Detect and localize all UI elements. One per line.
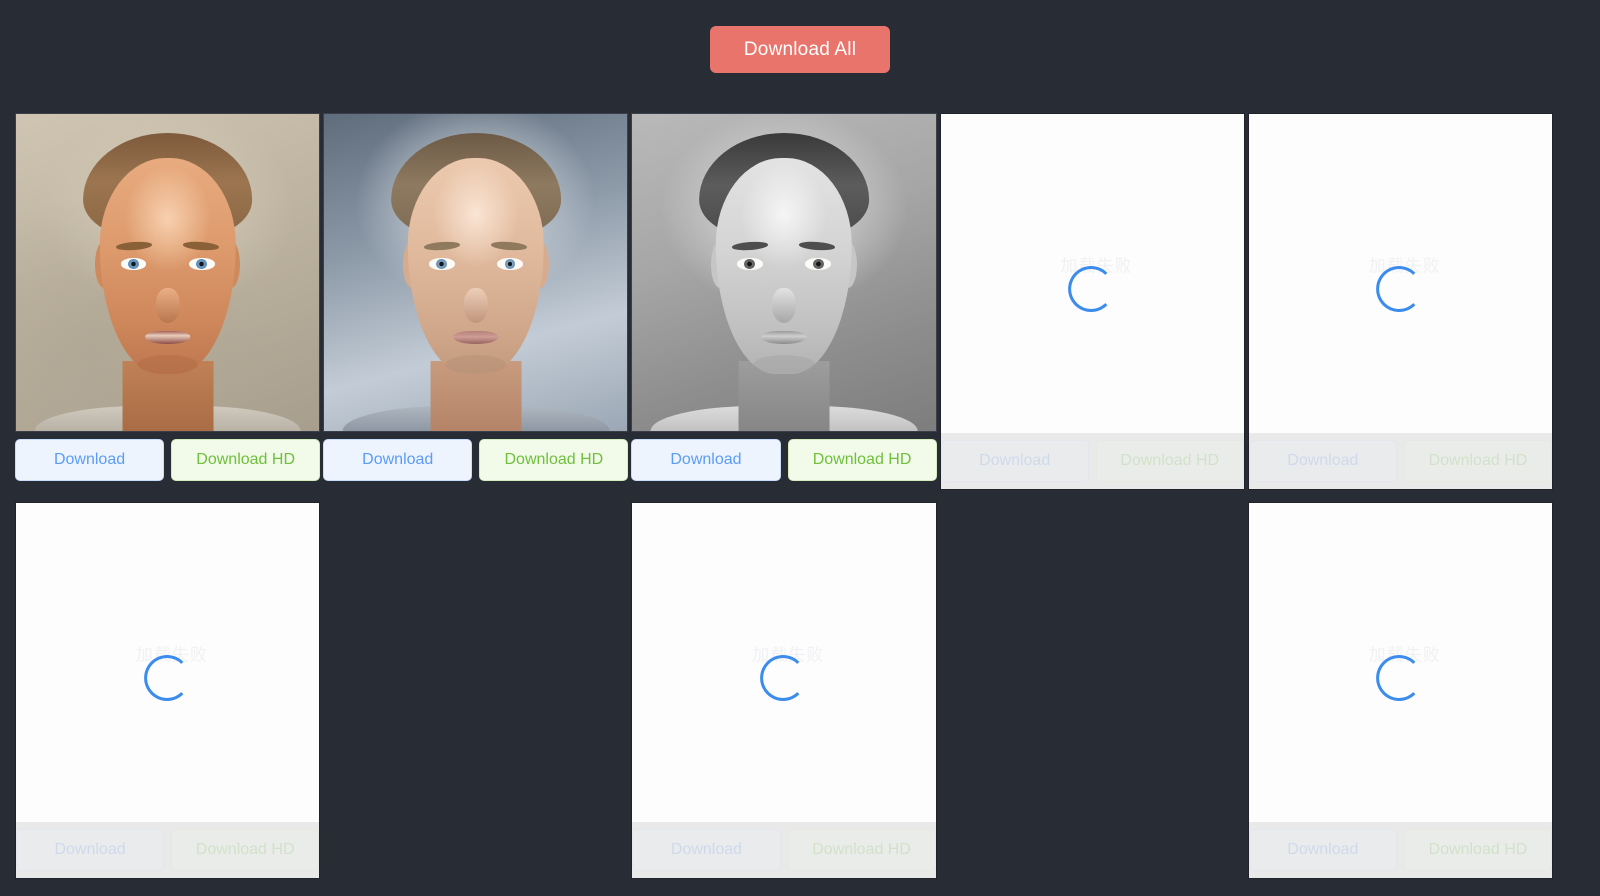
result-image: 加载失败 — [940, 114, 1244, 433]
portrait-chin-shadow — [445, 354, 507, 374]
download-button: Download — [16, 829, 165, 871]
download-hd-button: Download HD — [787, 829, 936, 871]
portrait-iris-right — [812, 258, 824, 270]
app-root: Download All Download Download HD Downlo… — [0, 0, 1600, 896]
result-card-empty — [940, 502, 1245, 879]
card-actions: Download Download HD — [940, 433, 1244, 489]
result-image[interactable] — [631, 113, 937, 432]
download-hd-button: Download HD — [1403, 440, 1552, 482]
portrait-artwork — [16, 114, 320, 431]
download-hd-button[interactable]: Download HD — [479, 438, 629, 481]
card-actions: Download Download HD — [1248, 822, 1552, 878]
loading-spinner-icon — [1376, 266, 1423, 313]
download-hd-button: Download HD — [1095, 440, 1244, 482]
portrait-chin-shadow — [137, 354, 198, 374]
loading-spinner-icon — [1068, 266, 1115, 313]
portrait-iris-left — [436, 258, 448, 270]
download-all-button[interactable]: Download All — [709, 25, 891, 73]
loading-spinner-icon — [143, 655, 190, 702]
card-actions: Download Download HD — [1248, 433, 1552, 489]
download-button[interactable]: Download — [15, 438, 165, 481]
download-button: Download — [1248, 440, 1397, 482]
portrait-artwork — [324, 114, 628, 431]
portrait-nose — [771, 288, 797, 324]
download-button[interactable]: Download — [323, 438, 473, 481]
download-button: Download — [940, 440, 1089, 482]
result-card: Download Download HD — [15, 113, 321, 490]
result-image[interactable] — [15, 113, 321, 432]
result-image[interactable] — [323, 113, 629, 432]
portrait-artwork — [632, 114, 936, 431]
portrait-iris-left — [128, 258, 139, 270]
download-button: Download — [1248, 829, 1397, 871]
result-image: 加载失败 — [1248, 114, 1552, 433]
result-card: 加载失败 Download Download HD — [631, 502, 937, 879]
result-card: 加载失败 Download Download HD — [1247, 502, 1553, 879]
portrait-nose — [155, 288, 180, 324]
results-grid: Download Download HD Download Download H… — [15, 113, 1553, 879]
loading-placeholder: 加载失败 — [1248, 503, 1552, 822]
result-card: 加载失败 Download Download HD — [15, 502, 321, 879]
loading-placeholder: 加载失败 — [1248, 114, 1552, 433]
result-image: 加载失败 — [16, 503, 320, 822]
result-card-empty — [323, 502, 628, 879]
loading-spinner-icon — [1376, 655, 1423, 702]
download-button: Download — [632, 829, 781, 871]
portrait-eye-left — [428, 258, 455, 270]
card-actions: Download Download HD — [632, 822, 936, 878]
portrait-eye-left — [120, 258, 147, 270]
result-card: Download Download HD — [323, 113, 629, 490]
loading-spinner-icon — [760, 655, 807, 702]
card-actions: Download Download HD — [631, 432, 937, 488]
loading-placeholder: 加载失败 — [16, 503, 320, 822]
portrait-nose — [463, 288, 488, 324]
portrait-eye-left — [736, 258, 763, 270]
portrait-chin-shadow — [753, 354, 815, 374]
download-button[interactable]: Download — [631, 438, 781, 481]
result-card: 加载失败 Download Download HD — [1247, 113, 1553, 490]
loading-placeholder: 加载失败 — [632, 503, 936, 822]
download-hd-button[interactable]: Download HD — [171, 438, 321, 481]
result-image: 加载失败 — [632, 503, 936, 822]
download-hd-button: Download HD — [171, 829, 320, 871]
card-actions: Download Download HD — [16, 822, 320, 878]
loading-placeholder: 加载失败 — [940, 114, 1244, 433]
card-actions: Download Download HD — [15, 432, 321, 488]
toolbar: Download All — [0, 0, 1600, 98]
card-actions: Download Download HD — [323, 432, 629, 488]
download-hd-button[interactable]: Download HD — [787, 438, 937, 481]
result-card: 加载失败 Download Download HD — [939, 113, 1245, 490]
portrait-eye-right — [805, 258, 831, 270]
result-image: 加载失败 — [1248, 503, 1552, 822]
result-card: Download Download HD — [631, 113, 937, 490]
portrait-iris-left — [744, 258, 756, 270]
portrait-eye-right — [497, 258, 523, 270]
download-hd-button: Download HD — [1403, 829, 1552, 871]
portrait-iris-right — [504, 258, 516, 270]
portrait-eye-right — [188, 258, 215, 270]
portrait-iris-right — [196, 258, 208, 270]
